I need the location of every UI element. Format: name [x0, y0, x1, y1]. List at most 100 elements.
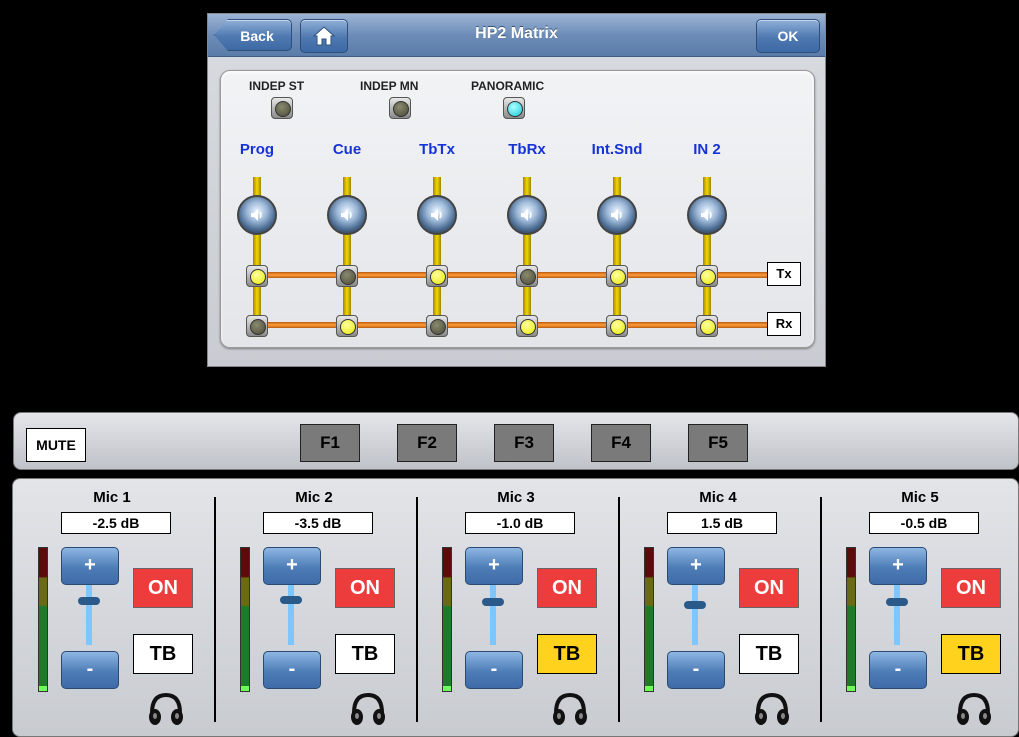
gain-minus-button[interactable]: - [61, 651, 119, 689]
rx-bus-line [255, 322, 769, 328]
mode-label-panoramic: PANORAMIC [471, 79, 545, 93]
matrix-grid: INDEP ST INDEP MN PANORAMIC Tx Rx Prog C… [220, 70, 815, 348]
headphone-icon[interactable] [752, 691, 792, 727]
rx-crosspoint-in-2[interactable] [696, 315, 718, 337]
headphone-icon[interactable] [348, 691, 388, 727]
f3-button[interactable]: F3 [494, 424, 554, 462]
gain-fader-track [692, 585, 698, 645]
f5-button[interactable]: F5 [688, 424, 748, 462]
mode-toggle-panoramic[interactable] [503, 97, 525, 119]
rx-crosspoint-prog[interactable] [246, 315, 268, 337]
rx-crosspoint-tbrx[interactable] [516, 315, 538, 337]
mic-name: Mic 1 [93, 489, 131, 506]
mic-name: Mic 5 [901, 489, 939, 506]
on-button[interactable]: ON [133, 568, 193, 608]
headphone-icon[interactable] [550, 691, 590, 727]
gain-fader-knob[interactable] [482, 597, 504, 606]
speaker-button-tbrx[interactable] [507, 195, 547, 235]
f1-button[interactable]: F1 [300, 424, 360, 462]
tx-crosspoint-in-2[interactable] [696, 265, 718, 287]
speaker-button-int-snd[interactable] [597, 195, 637, 235]
tx-bus-label: Tx [767, 262, 801, 286]
mic-strips-panel: Mic 1 -2.5 dB + - ON TB Mic 2 -3.5 dB + - ON TB Mic … [12, 478, 1019, 737]
mic-strip-1: Mic 1 -2.5 dB + - ON TB [13, 479, 215, 736]
on-button[interactable]: ON [335, 568, 395, 608]
f4-button[interactable]: F4 [591, 424, 651, 462]
on-button[interactable]: ON [739, 568, 799, 608]
tx-crosspoint-tbtx[interactable] [426, 265, 448, 287]
talkback-button[interactable]: TB [537, 634, 597, 674]
gain-readout: -3.5 dB [263, 512, 373, 534]
source-label: TbRx [508, 141, 546, 158]
gain-plus-button[interactable]: + [869, 547, 927, 585]
gain-minus-button[interactable]: - [667, 651, 725, 689]
ok-button[interactable]: OK [756, 19, 820, 53]
mute-button[interactable]: MUTE [26, 428, 86, 462]
source-label: Prog [239, 141, 275, 158]
level-meter [644, 547, 654, 692]
speaker-icon [431, 209, 442, 221]
gain-fader-knob[interactable] [78, 597, 100, 606]
speaker-button-tbtx[interactable] [417, 195, 457, 235]
speaker-button-in-2[interactable] [687, 195, 727, 235]
talkback-button[interactable]: TB [133, 634, 193, 674]
gain-readout: -1.0 dB [465, 512, 575, 534]
source-label: Int.Snd [591, 141, 643, 158]
mic-strip-3: Mic 3 -1.0 dB + - ON TB [417, 479, 619, 736]
tx-crosspoint-cue[interactable] [336, 265, 358, 287]
headphone-icon[interactable] [954, 691, 994, 727]
rx-crosspoint-int-snd[interactable] [606, 315, 628, 337]
mic-name: Mic 3 [497, 489, 535, 506]
gain-fader-knob[interactable] [280, 596, 302, 604]
speaker-button-cue[interactable] [327, 195, 367, 235]
source-label: TbTx [419, 141, 455, 158]
gain-fader-track [490, 585, 496, 645]
mic-strip-4: Mic 4 1.5 dB + - ON TB [619, 479, 821, 736]
headphone-icon[interactable] [146, 691, 186, 727]
speaker-button-prog[interactable] [237, 195, 277, 235]
f2-button[interactable]: F2 [397, 424, 457, 462]
mic-name: Mic 4 [699, 489, 737, 506]
mode-label-indep-mn: INDEP MN [360, 79, 419, 93]
title-bar: Back HP2 Matrix OK [208, 14, 825, 57]
gain-plus-button[interactable]: + [263, 547, 321, 585]
gain-readout: 1.5 dB [667, 512, 777, 534]
mic-name: Mic 2 [295, 489, 333, 506]
gain-minus-button[interactable]: - [869, 651, 927, 689]
on-button[interactable]: ON [941, 568, 1001, 608]
speaker-icon [701, 209, 712, 221]
source-label: Cue [332, 141, 362, 158]
level-meter [846, 547, 856, 692]
talkback-button[interactable]: TB [941, 634, 1001, 674]
page-title: HP2 Matrix [475, 25, 558, 42]
talkback-button[interactable]: TB [739, 634, 799, 674]
tx-crosspoint-int-snd[interactable] [606, 265, 628, 287]
rx-crosspoint-cue[interactable] [336, 315, 358, 337]
gain-fader-track [894, 585, 900, 645]
rx-crosspoint-tbtx[interactable] [426, 315, 448, 337]
gain-fader-track [86, 585, 92, 645]
tx-crosspoint-tbrx[interactable] [516, 265, 538, 287]
gain-plus-button[interactable]: + [465, 547, 523, 585]
gain-fader-knob[interactable] [684, 601, 706, 610]
level-meter [38, 547, 48, 692]
gain-fader-knob[interactable] [886, 598, 908, 607]
talkback-button[interactable]: TB [335, 634, 395, 674]
gain-fader-track [288, 585, 294, 645]
gain-readout: -0.5 dB [869, 512, 979, 534]
gain-minus-button[interactable]: - [263, 651, 321, 689]
function-bar: MUTE F1 F2 F3 F4 F5 [13, 412, 1019, 470]
gain-plus-button[interactable]: + [667, 547, 725, 585]
mic-strip-2: Mic 2 -3.5 dB + - ON TB [215, 479, 417, 736]
tx-crosspoint-prog[interactable] [246, 265, 268, 287]
speaker-icon [521, 209, 532, 221]
gain-plus-button[interactable]: + [61, 547, 119, 585]
speaker-icon [341, 209, 352, 221]
gain-minus-button[interactable]: - [465, 651, 523, 689]
tx-bus-line [255, 272, 769, 278]
mode-toggle-indep-st[interactable] [271, 97, 293, 119]
source-label: IN 2 [693, 141, 721, 158]
level-meter [240, 547, 250, 692]
mode-toggle-indep-mn[interactable] [389, 97, 411, 119]
on-button[interactable]: ON [537, 568, 597, 608]
